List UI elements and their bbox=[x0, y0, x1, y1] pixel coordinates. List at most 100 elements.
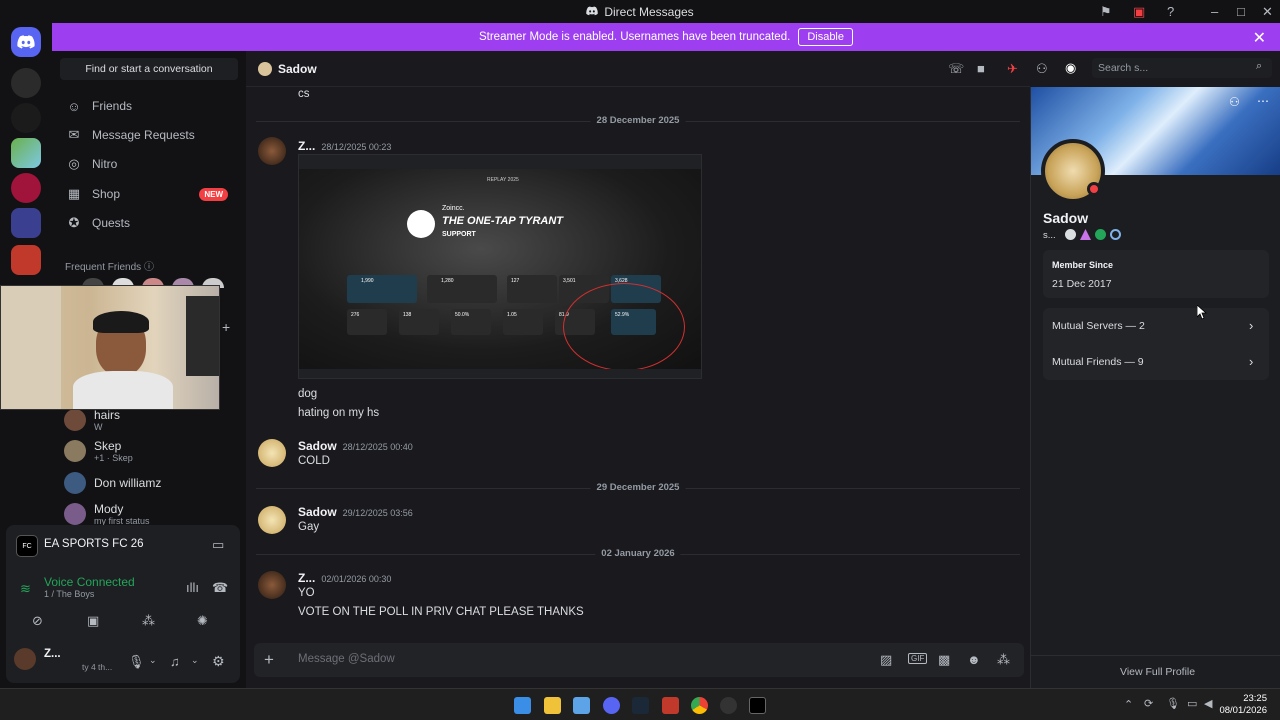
tray-chevron-icon[interactable]: ⌃ bbox=[1124, 698, 1133, 711]
disable-streamer-button[interactable]: Disable bbox=[798, 28, 853, 46]
user-profile-icon[interactable]: ◉ bbox=[1065, 60, 1076, 76]
clock-time[interactable]: 23:25 bbox=[1225, 693, 1267, 704]
server-icon[interactable] bbox=[11, 103, 41, 133]
shield-icon[interactable] bbox=[662, 697, 679, 714]
disconnect-icon[interactable]: ☎ bbox=[212, 580, 228, 596]
nav-nitro[interactable]: ◎ Nitro bbox=[58, 151, 240, 177]
mutual-friends-row[interactable]: Mutual Friends — 9 › bbox=[1043, 344, 1269, 380]
add-attachment-icon[interactable]: + bbox=[264, 650, 274, 670]
author-name[interactable]: Z... bbox=[298, 139, 315, 153]
stat-card: 276 bbox=[347, 309, 387, 335]
message-avatar[interactable] bbox=[258, 571, 286, 599]
author-name[interactable]: Sadow bbox=[298, 505, 337, 519]
mutual-servers-row[interactable]: Mutual Servers — 2 › bbox=[1043, 308, 1269, 344]
tray-app-icon[interactable]: ⟳ bbox=[1144, 697, 1153, 710]
voice-connected-status[interactable]: Voice Connected bbox=[44, 575, 135, 589]
user-avatar[interactable] bbox=[14, 648, 36, 670]
badge-icon[interactable] bbox=[1095, 229, 1106, 240]
nav-message-requests[interactable]: ✉ Message Requests bbox=[58, 122, 240, 148]
soundboard-button[interactable]: ✺ bbox=[179, 609, 229, 633]
minimize-icon[interactable]: – bbox=[1211, 4, 1218, 19]
member-since-date: 21 Dec 2017 bbox=[1052, 278, 1112, 290]
nav-label: Shop bbox=[92, 187, 121, 201]
sticker-icon[interactable]: ▩ bbox=[938, 652, 950, 668]
activities-button[interactable]: ⁂ bbox=[124, 609, 174, 633]
message-avatar[interactable] bbox=[258, 137, 286, 165]
activity-screen-icon[interactable]: ▭ bbox=[212, 537, 224, 553]
clock-date[interactable]: 08/01/2026 bbox=[1218, 705, 1267, 716]
voice-channel[interactable]: 1 / The Boys bbox=[44, 589, 94, 599]
maximize-icon[interactable]: □ bbox=[1237, 4, 1245, 19]
image-attachment[interactable]: REPLAY 2025 Zoincc. THE ONE-TAP TYRANT S… bbox=[298, 154, 702, 379]
screen-share-button[interactable]: ▣ bbox=[69, 609, 119, 633]
network-icon[interactable]: ▭ bbox=[1187, 697, 1197, 710]
chevron-down-icon[interactable]: ⌄ bbox=[191, 655, 199, 666]
headphones-icon[interactable]: ♫ bbox=[170, 654, 180, 669]
server-icon[interactable] bbox=[11, 173, 41, 203]
message-text: dog bbox=[298, 388, 318, 400]
help-icon[interactable]: ? bbox=[1167, 4, 1174, 19]
nav-quests[interactable]: ✪ Quests bbox=[58, 210, 240, 236]
nav-shop[interactable]: ▦ Shop NEW bbox=[58, 181, 240, 207]
steam-icon[interactable] bbox=[632, 697, 649, 714]
nav-friends[interactable]: ☺ Friends bbox=[58, 93, 240, 119]
badge-icon[interactable] bbox=[1065, 229, 1076, 240]
video-call-icon[interactable]: ■ bbox=[977, 61, 985, 76]
avatar bbox=[64, 472, 86, 494]
message-input[interactable]: Message @Sadow bbox=[298, 653, 395, 665]
camera-off-button[interactable]: ⊘ bbox=[14, 609, 64, 633]
emoji-icon[interactable]: ☻ bbox=[967, 652, 981, 667]
chrome-icon[interactable] bbox=[691, 697, 708, 714]
gift-icon[interactable]: ▨ bbox=[880, 652, 892, 668]
author-name[interactable]: Sadow bbox=[298, 439, 337, 453]
app-icon[interactable] bbox=[720, 697, 737, 714]
close-window-icon[interactable]: ✕ bbox=[1262, 4, 1273, 20]
more-options-icon[interactable]: ⋯ bbox=[1257, 94, 1269, 108]
photos-icon[interactable] bbox=[573, 697, 590, 714]
volume-icon[interactable]: ◀ bbox=[1204, 697, 1212, 710]
profile-name: Sadow bbox=[1043, 210, 1089, 226]
microphone-icon[interactable]: 🎙 bbox=[128, 654, 145, 670]
chevron-down-icon[interactable]: ⌄ bbox=[149, 655, 157, 666]
noise-suppression-icon[interactable]: ıllı bbox=[186, 580, 199, 595]
avatar bbox=[64, 440, 86, 462]
message-avatar[interactable] bbox=[258, 506, 286, 534]
inbox-icon[interactable]: ⚑ bbox=[1100, 4, 1112, 20]
badge-icon[interactable] bbox=[1110, 229, 1121, 240]
user-status[interactable]: ty 4 th... bbox=[82, 662, 112, 672]
dm-item-skep[interactable]: Skep +1 · Skep bbox=[64, 436, 242, 466]
file-explorer-icon[interactable] bbox=[544, 697, 561, 714]
discord-home-icon[interactable] bbox=[11, 27, 41, 57]
add-friend-icon[interactable]: ⚇ bbox=[1036, 61, 1048, 77]
discord-taskbar-icon[interactable] bbox=[603, 697, 620, 714]
server-icon[interactable] bbox=[11, 68, 41, 98]
create-dm-icon[interactable]: + bbox=[222, 319, 230, 335]
screenshot-logo bbox=[407, 210, 435, 238]
voice-call-icon[interactable]: ☏ bbox=[948, 61, 964, 77]
author-name[interactable]: Z... bbox=[298, 571, 315, 585]
server-icon[interactable] bbox=[11, 245, 41, 275]
search-box[interactable]: Search s... ⌕ bbox=[1092, 58, 1272, 78]
pin-icon[interactable]: ✈ bbox=[1007, 61, 1018, 77]
settings-gear-icon[interactable]: ⚙ bbox=[212, 653, 225, 670]
screen-share-icon[interactable]: ▣ bbox=[1133, 4, 1145, 20]
message-composer[interactable]: + Message @Sadow ▨ GIF ▩ ☻ ⁂ bbox=[254, 643, 1024, 677]
add-friend-icon[interactable]: ⚇ bbox=[1229, 95, 1240, 109]
nitro-badge-icon[interactable] bbox=[1080, 229, 1091, 240]
search-input[interactable]: Search s... bbox=[1098, 62, 1148, 74]
view-full-profile-link[interactable]: View Full Profile bbox=[1120, 666, 1195, 678]
voice-signal-icon[interactable]: ≋ bbox=[20, 581, 31, 597]
find-conversation-input[interactable]: Find or start a conversation bbox=[60, 58, 238, 80]
apps-icon[interactable]: ⁂ bbox=[997, 652, 1010, 668]
close-banner-icon[interactable]: ✕ bbox=[1253, 28, 1266, 48]
windows-start-icon[interactable] bbox=[514, 697, 531, 714]
fc26-taskbar-icon[interactable] bbox=[749, 697, 766, 714]
tray-microphone-icon[interactable]: 🎙 bbox=[1166, 697, 1180, 710]
server-icon[interactable] bbox=[11, 208, 41, 238]
channel-name[interactable]: Sadow bbox=[278, 62, 317, 76]
message-avatar[interactable] bbox=[258, 439, 286, 467]
gif-icon[interactable]: GIF bbox=[908, 653, 928, 664]
server-icon[interactable] bbox=[11, 138, 41, 168]
dm-item-don-williamz[interactable]: Don williamz bbox=[64, 468, 242, 498]
user-name[interactable]: Z... bbox=[44, 648, 61, 660]
